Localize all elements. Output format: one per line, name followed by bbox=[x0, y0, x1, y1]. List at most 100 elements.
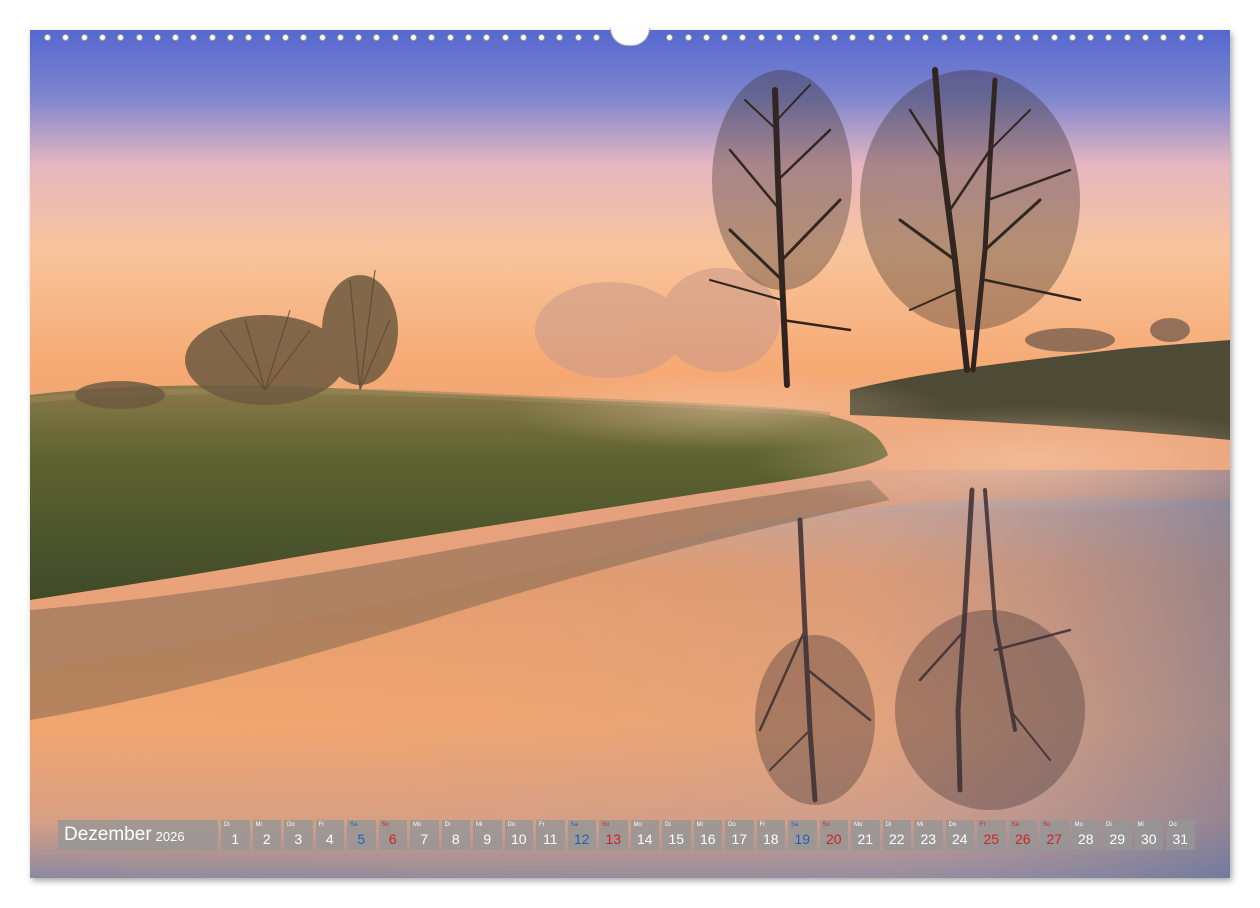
binding-hole bbox=[263, 34, 271, 41]
day-number: 28 bbox=[1077, 831, 1094, 847]
binding-hole bbox=[153, 34, 161, 41]
weekday-abbrev: Mi bbox=[917, 822, 924, 828]
binding-hole bbox=[977, 34, 985, 41]
binding-hole bbox=[922, 34, 930, 41]
binding-hole bbox=[1068, 34, 1076, 41]
year-label: 2026 bbox=[155, 829, 185, 844]
weekday-abbrev: Do bbox=[287, 822, 295, 828]
calendar-day: Do 17 bbox=[725, 820, 754, 850]
day-number: 16 bbox=[699, 831, 716, 847]
calendar-day: Do 31 bbox=[1166, 820, 1195, 850]
binding-hole bbox=[940, 34, 948, 41]
binding-hole bbox=[757, 34, 765, 41]
day-number: 17 bbox=[731, 831, 748, 847]
binding-hole bbox=[172, 34, 180, 41]
binding-hole bbox=[519, 34, 527, 41]
calendar-day: Mi 2 bbox=[252, 820, 281, 850]
calendar-day: So 6 bbox=[378, 820, 407, 850]
day-number: 8 bbox=[451, 831, 460, 847]
weekday-abbrev: Mi bbox=[255, 822, 262, 828]
weekday-abbrev: Fr bbox=[759, 822, 766, 828]
day-number: 29 bbox=[1109, 831, 1126, 847]
calendar-day: Mi 16 bbox=[693, 820, 722, 850]
binding-hole bbox=[336, 34, 344, 41]
day-number: 26 bbox=[1014, 831, 1031, 847]
binding-hole bbox=[281, 34, 289, 41]
weekday-abbrev: Sa bbox=[1011, 822, 1019, 828]
binding-hole bbox=[702, 34, 710, 41]
weekday-abbrev: Do bbox=[507, 822, 516, 828]
day-number: 9 bbox=[483, 831, 492, 847]
day-number: 23 bbox=[920, 831, 937, 847]
weekday-abbrev: Mi bbox=[696, 822, 703, 828]
binding-hole bbox=[300, 34, 308, 41]
binding-hole bbox=[98, 34, 106, 41]
binding-hole bbox=[190, 34, 198, 41]
calendar-day: Mo 21 bbox=[851, 820, 880, 850]
day-number: 22 bbox=[888, 831, 905, 847]
calendar-day: Di 8 bbox=[441, 820, 470, 850]
calendar-day: So 13 bbox=[599, 820, 628, 850]
weekday-abbrev: Di bbox=[224, 822, 230, 828]
weekday-abbrev: Mo bbox=[1074, 822, 1083, 828]
calendar-day: Sa 26 bbox=[1008, 820, 1037, 850]
binding-hole bbox=[849, 34, 857, 41]
binding-hole bbox=[318, 34, 326, 41]
binding-hole bbox=[373, 34, 381, 41]
binding-hole bbox=[355, 34, 363, 41]
weekday-abbrev: Di bbox=[444, 822, 451, 828]
landscape-photo bbox=[30, 30, 1230, 878]
weekday-abbrev: Do bbox=[728, 822, 736, 828]
calendar-day: Fr 4 bbox=[315, 820, 344, 850]
binding-hole bbox=[666, 34, 674, 41]
binding-hole bbox=[721, 34, 729, 41]
calendar-day: Do 24 bbox=[945, 820, 974, 850]
binding-hole bbox=[959, 34, 966, 41]
calendar-day: Fr 11 bbox=[536, 820, 565, 850]
day-number: 20 bbox=[825, 831, 842, 847]
binding-hole bbox=[593, 34, 600, 41]
binding-hole bbox=[464, 34, 472, 41]
calendar-day: Do 10 bbox=[504, 820, 533, 850]
calendar-day: Mi 9 bbox=[473, 820, 502, 850]
weekday-abbrev: Sa bbox=[350, 822, 358, 828]
day-number: 6 bbox=[388, 831, 397, 847]
binding-hole bbox=[428, 34, 436, 41]
binding-hole bbox=[483, 34, 491, 41]
weekday-abbrev: So bbox=[1043, 822, 1051, 828]
binding-hole bbox=[684, 34, 692, 41]
binding-hole bbox=[885, 34, 893, 41]
calendar-day: Fr 25 bbox=[977, 820, 1006, 850]
day-number: 19 bbox=[794, 831, 811, 847]
binding-hole bbox=[44, 34, 51, 41]
binding-hole bbox=[1160, 34, 1168, 41]
calendar-day: Mi 30 bbox=[1134, 820, 1163, 850]
day-number: 18 bbox=[762, 831, 779, 847]
binding-hole bbox=[135, 34, 143, 41]
binding-hole bbox=[556, 34, 564, 41]
calendar-day: Mo 28 bbox=[1071, 820, 1100, 850]
binding-hole bbox=[995, 34, 1003, 41]
day-number: 1 bbox=[231, 831, 240, 847]
calendar-day: Mo 14 bbox=[630, 820, 659, 850]
weekday-abbrev: Sa bbox=[791, 822, 799, 828]
binding-hole bbox=[812, 34, 820, 41]
binding-hole bbox=[776, 34, 783, 41]
calendar-day: Di 22 bbox=[882, 820, 911, 850]
calendar-day: Do 3 bbox=[284, 820, 313, 850]
day-number: 2 bbox=[262, 831, 271, 847]
binding-hole bbox=[1032, 34, 1040, 41]
binding-hole bbox=[794, 34, 802, 41]
calendar-day: Mi 23 bbox=[914, 820, 943, 850]
binding-hole bbox=[62, 34, 70, 41]
binding-hole bbox=[538, 34, 546, 41]
binding-hole bbox=[830, 34, 838, 41]
binding-hole bbox=[1105, 34, 1113, 41]
day-number: 25 bbox=[983, 831, 1000, 847]
binding-hole bbox=[245, 34, 253, 41]
calendar-day: So 20 bbox=[819, 820, 848, 850]
day-number: 14 bbox=[636, 831, 653, 847]
binding-hole bbox=[867, 34, 875, 41]
weekday-abbrev: Mi bbox=[1137, 822, 1144, 828]
day-number: 30 bbox=[1140, 831, 1157, 847]
